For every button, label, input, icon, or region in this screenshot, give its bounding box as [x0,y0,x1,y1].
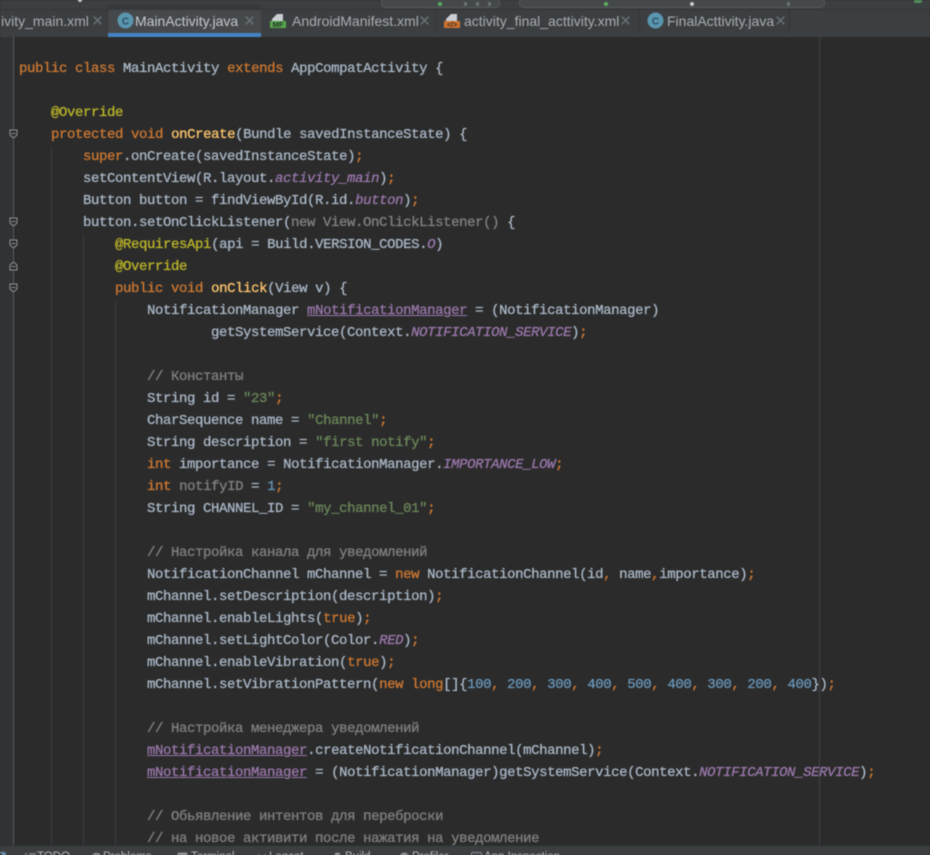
svg-text:MF: MF [273,20,284,29]
svg-text:</>: </> [447,22,457,29]
svg-text:C: C [122,17,129,28]
svg-text:C: C [652,17,659,28]
